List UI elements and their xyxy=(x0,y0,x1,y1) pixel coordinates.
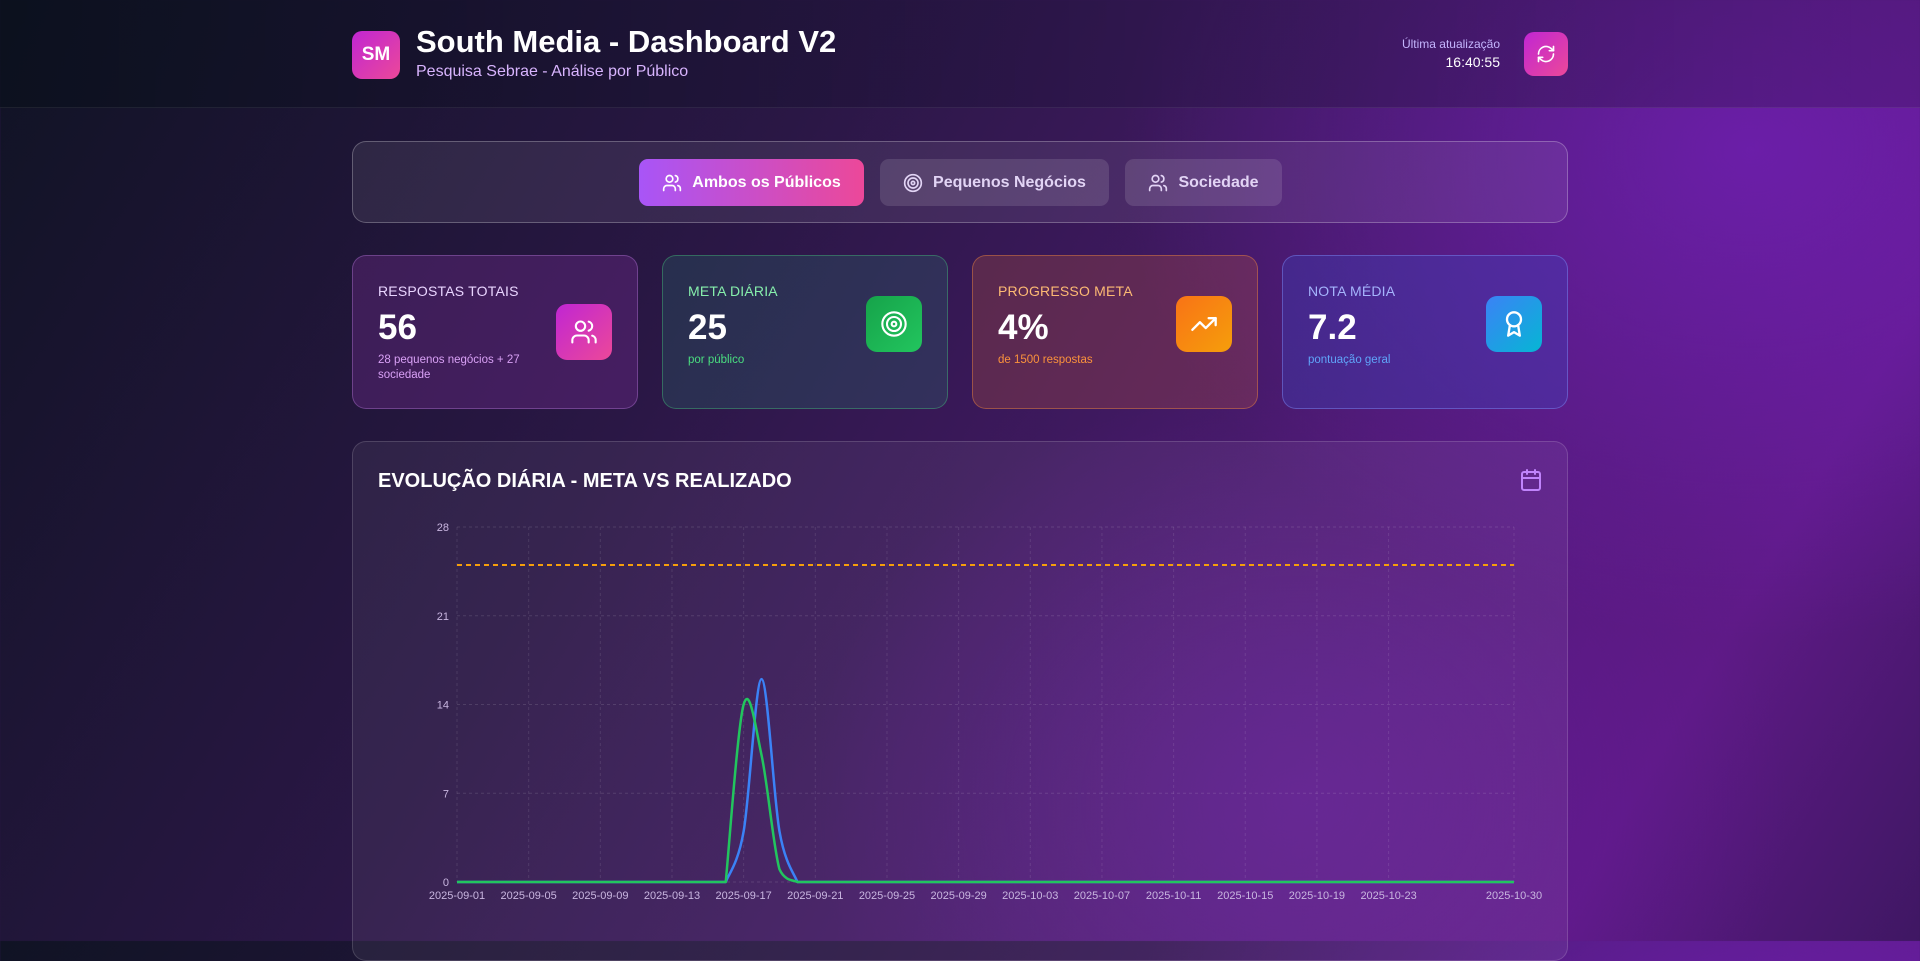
app-header: SM South Media - Dashboard V2 Pesquisa S… xyxy=(0,0,1920,108)
stat-subtext: de 1500 respostas xyxy=(998,354,1093,366)
filter-small-business[interactable]: Pequenos Negócios xyxy=(880,159,1109,206)
x-tick-label: 2025-10-19 xyxy=(1289,890,1345,902)
stat-value: 4% xyxy=(998,308,1049,347)
filter-label: Pequenos Negócios xyxy=(933,173,1086,191)
y-tick-label: 0 xyxy=(443,877,449,889)
x-tick-label: 2025-09-09 xyxy=(572,890,628,902)
x-tick-label: 2025-09-01 xyxy=(429,890,485,902)
x-tick-label: 2025-10-03 xyxy=(1002,890,1058,902)
last-update-label: Última atualização xyxy=(1401,37,1500,51)
stat-subtext: pontuação geral xyxy=(1308,354,1391,366)
page-title: South Media - Dashboard V2 xyxy=(416,24,837,59)
filter-society[interactable]: Sociedade xyxy=(1125,159,1282,206)
stat-label: RESPOSTAS TOTAIS xyxy=(378,283,519,299)
daily-evolution-chart-panel: EVOLUÇÃO DIÁRIA - META VS REALIZADO 0 7 14… xyxy=(352,441,1568,961)
y-tick-label: 28 xyxy=(437,522,449,534)
x-tick-label: 2025-10-30 xyxy=(1486,890,1542,902)
y-tick-label: 7 xyxy=(443,788,449,800)
x-tick-label: 2025-09-29 xyxy=(930,890,986,902)
award-icon xyxy=(1486,296,1542,352)
x-tick-label: 2025-10-07 xyxy=(1074,890,1130,902)
audience-filter-panel: Ambos os Públicos Pequenos Negócios Soci… xyxy=(352,141,1568,223)
filter-label: Sociedade xyxy=(1178,173,1259,191)
x-tick-label: 2025-10-15 xyxy=(1217,890,1273,902)
trending-up-icon xyxy=(1176,296,1232,352)
logo-text: SM xyxy=(361,44,391,65)
stat-label: META DIÁRIA xyxy=(688,283,778,299)
target-icon xyxy=(903,173,923,192)
refresh-icon xyxy=(1537,45,1555,63)
x-tick-label: 2025-09-13 xyxy=(644,890,700,902)
filter-both-audiences[interactable]: Ambos os Públicos xyxy=(639,159,864,206)
series-line-1 xyxy=(457,677,1514,884)
stat-card-total-responses: RESPOSTAS TOTAIS 56 28 pequenos negócios… xyxy=(352,255,638,409)
x-tick-label: 2025-10-11 xyxy=(1146,890,1201,902)
x-tick-label: 2025-10-23 xyxy=(1360,890,1416,902)
stat-label: PROGRESSO META xyxy=(998,283,1133,299)
filter-label: Ambos os Públicos xyxy=(692,173,841,191)
series-line-2 xyxy=(457,697,1514,884)
x-tick-label: 2025-09-25 xyxy=(859,890,915,902)
refresh-button[interactable] xyxy=(1524,32,1568,76)
stat-card-goal-progress: PROGRESSO META 4% de 1500 respostas xyxy=(972,255,1258,409)
y-tick-label: 14 xyxy=(437,700,449,712)
users-icon xyxy=(663,174,682,191)
stat-label: NOTA MÉDIA xyxy=(1308,283,1396,299)
stat-value: 7.2 xyxy=(1308,308,1357,347)
x-tick-label: 2025-09-17 xyxy=(716,890,772,902)
line-chart: 0 7 14 21 28 2025-09-01 2025-09-05 2025-09-09 20… xyxy=(429,522,1542,902)
stat-card-daily-goal: META DIÁRIA 25 por público xyxy=(662,255,948,409)
stat-subtext: 28 pequenos negócios + 27 sociedade xyxy=(378,354,520,381)
x-tick-label: 2025-09-21 xyxy=(787,890,843,902)
y-tick-label: 21 xyxy=(437,611,449,623)
last-update-time: 16:40:55 xyxy=(1445,54,1501,70)
target-icon xyxy=(866,296,922,352)
app-logo: SM xyxy=(352,31,400,79)
page-subtitle: Pesquisa Sebrae - Análise por Público xyxy=(416,63,689,80)
users-icon xyxy=(556,304,612,360)
users-icon xyxy=(1149,174,1168,191)
stat-card-average-score: NOTA MÉDIA 7.2 pontuação geral xyxy=(1282,255,1568,409)
x-tick-label: 2025-09-05 xyxy=(501,890,557,902)
stat-value: 25 xyxy=(688,308,727,347)
stat-value: 56 xyxy=(378,308,417,347)
stat-subtext: por público xyxy=(688,354,745,366)
